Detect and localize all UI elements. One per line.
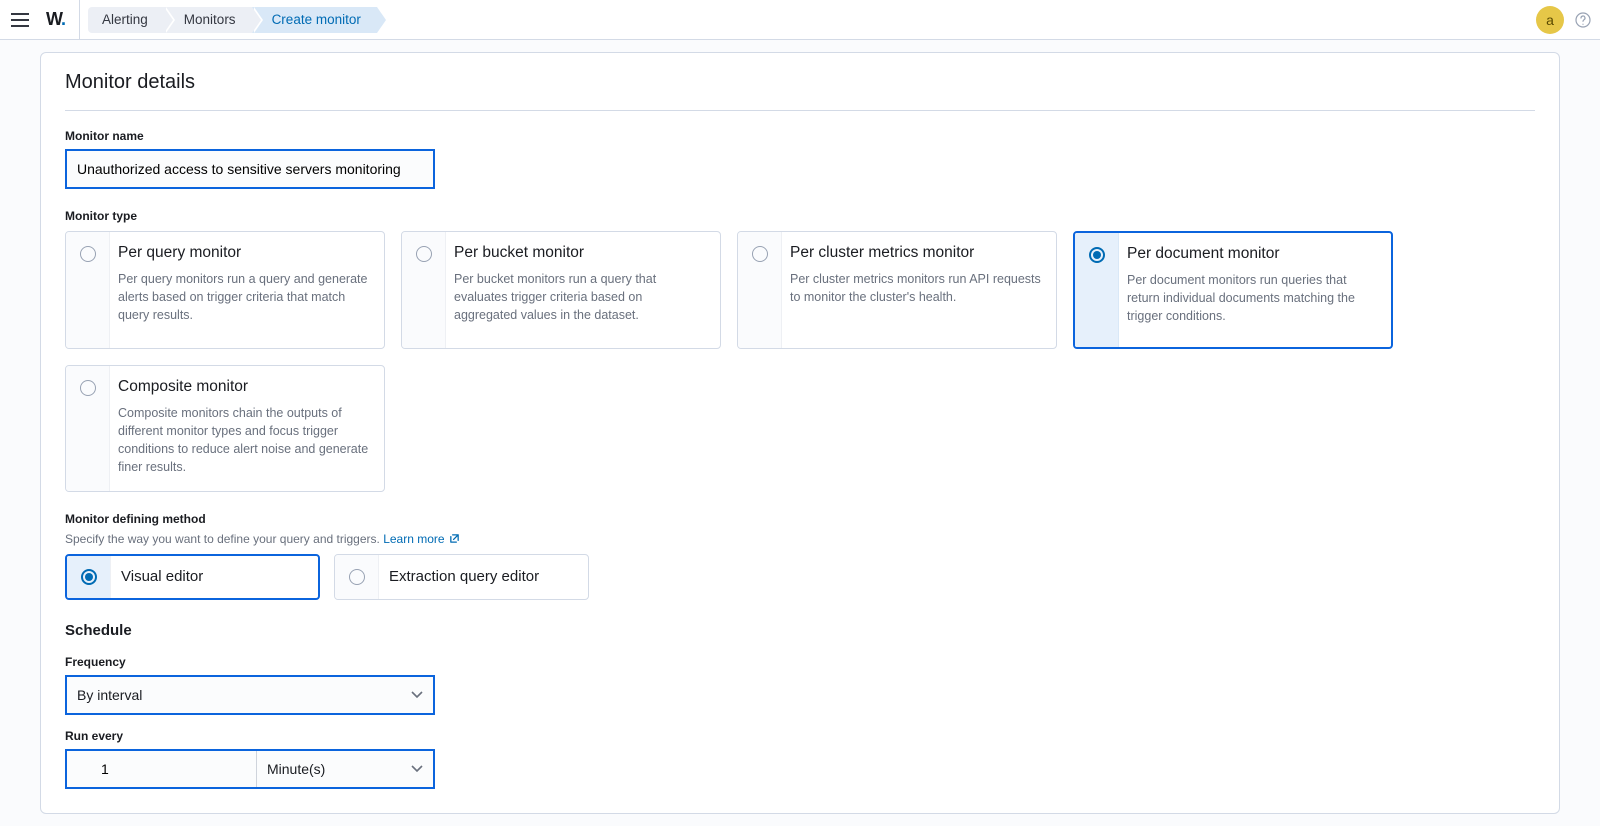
run-every-row: Minute(s) xyxy=(65,749,435,789)
card-desc: Per query monitors run a query and gener… xyxy=(118,270,370,324)
radio-icon xyxy=(349,569,365,585)
monitor-type-grid: Per query monitor Per query monitors run … xyxy=(65,231,1535,492)
breadcrumb: Alerting Monitors Create monitor xyxy=(88,7,377,33)
radio-col xyxy=(1075,233,1119,347)
card-desc: Per bucket monitors run a query that eva… xyxy=(454,270,706,324)
card-title: Per query monitor xyxy=(118,244,370,262)
chevron-down-icon xyxy=(411,691,423,699)
monitor-type-label: Monitor type xyxy=(65,209,1535,223)
help-icon xyxy=(1575,12,1591,28)
page-title: Monitor details xyxy=(65,71,1535,94)
radio-col xyxy=(335,555,379,599)
run-every-unit-value: Minute(s) xyxy=(267,761,325,777)
app-logo: W. xyxy=(46,9,65,30)
schedule-title: Schedule xyxy=(65,622,1535,639)
defining-method-card[interactable]: Visual editor xyxy=(65,554,320,600)
external-link-icon xyxy=(449,533,460,544)
monitor-type-card[interactable]: Composite monitor Composite monitors chai… xyxy=(65,365,385,492)
divider xyxy=(65,110,1535,111)
monitor-name-input[interactable] xyxy=(65,149,435,189)
card-desc: Composite monitors chain the outputs of … xyxy=(118,404,370,477)
card-title: Composite monitor xyxy=(118,378,370,396)
frequency-label: Frequency xyxy=(65,655,1535,669)
radio-col xyxy=(66,232,110,348)
divider xyxy=(79,0,80,40)
breadcrumb-monitors[interactable]: Monitors xyxy=(164,7,252,33)
frequency-value: By interval xyxy=(77,687,142,703)
card-title: Visual editor xyxy=(111,556,203,598)
defining-method-label: Monitor defining method xyxy=(65,512,1535,526)
monitor-type-card[interactable]: Per query monitor Per query monitors run … xyxy=(65,231,385,349)
monitor-type-card[interactable]: Per bucket monitor Per bucket monitors ru… xyxy=(401,231,721,349)
radio-icon xyxy=(81,569,97,585)
radio-icon xyxy=(752,246,768,262)
card-title: Per cluster metrics monitor xyxy=(790,244,1042,262)
nav-toggle-button[interactable] xyxy=(8,8,32,32)
radio-icon xyxy=(416,246,432,262)
card-desc: Per document monitors run queries that r… xyxy=(1127,271,1377,325)
radio-col xyxy=(738,232,782,348)
monitor-type-card[interactable]: Per cluster metrics monitor Per cluster m… xyxy=(737,231,1057,349)
hamburger-icon xyxy=(11,13,29,27)
monitor-name-label: Monitor name xyxy=(65,129,1535,143)
defining-method-card[interactable]: Extraction query editor xyxy=(334,554,589,600)
run-every-input[interactable] xyxy=(67,751,257,787)
radio-icon xyxy=(80,380,96,396)
help-button[interactable] xyxy=(1574,11,1592,29)
radio-icon xyxy=(1089,247,1105,263)
monitor-type-card[interactable]: Per document monitor Per document monitor… xyxy=(1073,231,1393,349)
radio-col xyxy=(67,556,111,598)
monitor-details-panel: Monitor details Monitor name Monitor typ… xyxy=(40,52,1560,814)
card-title: Per bucket monitor xyxy=(454,244,706,262)
radio-icon xyxy=(80,246,96,262)
run-every-unit-select[interactable]: Minute(s) xyxy=(257,751,433,787)
frequency-select[interactable]: By interval xyxy=(65,675,435,715)
defining-method-help: Specify the way you want to define your … xyxy=(65,532,1535,546)
breadcrumb-alerting[interactable]: Alerting xyxy=(88,7,164,33)
radio-col xyxy=(66,366,110,491)
card-title: Extraction query editor xyxy=(379,555,539,599)
radio-col xyxy=(402,232,446,348)
defining-method-grid: Visual editor Extraction query editor xyxy=(65,554,1535,600)
top-header: W. Alerting Monitors Create monitor a xyxy=(0,0,1600,40)
chevron-down-icon xyxy=(411,765,423,773)
avatar[interactable]: a xyxy=(1536,6,1564,34)
card-title: Per document monitor xyxy=(1127,245,1377,263)
breadcrumb-create-monitor[interactable]: Create monitor xyxy=(252,7,377,33)
learn-more-link[interactable]: Learn more xyxy=(383,532,459,546)
card-desc: Per cluster metrics monitors run API req… xyxy=(790,270,1042,306)
run-every-label: Run every xyxy=(65,729,1535,743)
